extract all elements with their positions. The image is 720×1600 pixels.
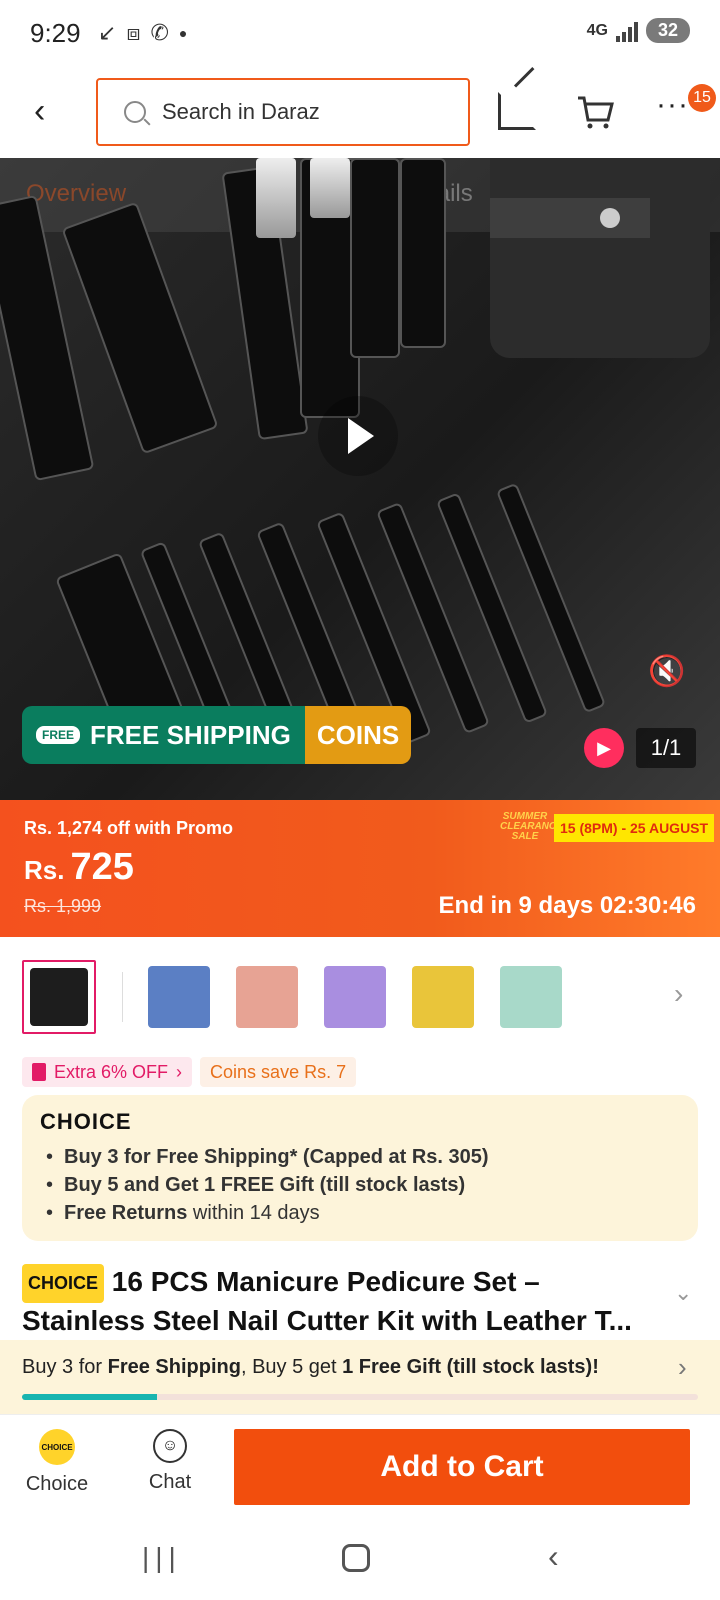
- missed-call-icon: ↙: [98, 20, 117, 45]
- video-icon[interactable]: ▶: [584, 728, 624, 768]
- benefit-item: Buy 3 for Free Shipping* (Capped at Rs. …: [40, 1143, 680, 1171]
- variant-swatch: [412, 966, 474, 1028]
- search-input[interactable]: Search in Daraz: [96, 78, 470, 146]
- choice-icon: CHOICE: [39, 1429, 75, 1465]
- leather-case-image: [490, 158, 710, 358]
- signal-icon: [615, 20, 638, 42]
- image-counter: 1/1: [636, 728, 696, 768]
- extra-off-text: Extra 6% OFF: [54, 1061, 169, 1082]
- benefit-item: Free Returns within 14 days: [40, 1199, 680, 1227]
- benefit-item: Buy 5 and Get 1 FREE Gift (till stock la…: [40, 1171, 680, 1199]
- current-price: Rs. 725: [24, 846, 134, 889]
- variant-thumbnail[interactable]: [142, 960, 216, 1034]
- price-banner: Rs. 1,274 off with Promo Rs. 725 Rs. 1,99…: [0, 800, 720, 937]
- variant-thumbnail[interactable]: [230, 960, 304, 1034]
- variant-thumbnail[interactable]: [494, 960, 568, 1034]
- chat-icon: ☺: [153, 1429, 187, 1463]
- variant-thumbnail[interactable]: [318, 960, 392, 1034]
- network-label: 4G: [586, 21, 608, 39]
- search-icon: [124, 101, 146, 123]
- chat-button[interactable]: ☺ Chat: [140, 1429, 200, 1494]
- variant-thumbnails: ›: [0, 960, 720, 1040]
- cuticle-nipper-image: [61, 201, 219, 455]
- coins-save-chip[interactable]: Coins save Rs. 7: [200, 1057, 357, 1087]
- free-shipping-coins-banner: FREE FREE SHIPPING COINS: [22, 706, 412, 764]
- play-video-button[interactable]: [318, 396, 398, 476]
- bottom-action-bar: CHOICE Choice ☺ Chat Add to Cart: [0, 1414, 720, 1514]
- variant-swatch: [30, 968, 88, 1026]
- status-right: 4G 32: [587, 18, 690, 43]
- variant-swatch: [236, 966, 298, 1028]
- chat-label: Chat: [148, 1471, 192, 1493]
- extra-off-chip[interactable]: Extra 6% OFF ›: [22, 1057, 193, 1087]
- screenshot-icon: ⧈: [126, 20, 141, 45]
- whatsapp-icon: ✆: [150, 20, 169, 45]
- choice-benefits-box: CHOICE Buy 3 for Free Shipping* (Capped …: [22, 1095, 698, 1241]
- nail-clipper-image: [400, 158, 446, 348]
- cart-icon[interactable]: [576, 92, 614, 129]
- countdown-timer: End in 9 days 02:30:46: [438, 892, 696, 919]
- status-icons: ↙ ⧈ ✆ ●: [98, 20, 187, 46]
- choice-label: Choice: [25, 1473, 89, 1495]
- product-image-carousel[interactable]: Overview Product Details 🔇 FREE FREE SHI…: [0, 158, 720, 800]
- home-icon[interactable]: [342, 1544, 370, 1572]
- product-title-block: CHOICE 16 PCS Manicure Pedicure Set – St…: [22, 1264, 662, 1338]
- search-placeholder: Search in Daraz: [162, 99, 320, 124]
- variant-swatch: [324, 966, 386, 1028]
- free-shipping-text: FREE SHIPPING: [90, 719, 291, 750]
- summer-clearance-sale-logo: SUMMER CLEARANCE SALE: [500, 811, 563, 842]
- choice-benefits-list: Buy 3 for Free Shipping* (Capped at Rs. …: [40, 1143, 680, 1227]
- clipper-blade-image: [256, 158, 296, 238]
- shipping-promo-text: Buy 3 for Free Shipping, Buy 5 get 1 Fre…: [22, 1356, 599, 1378]
- truck-icon: FREE: [36, 726, 81, 744]
- share-icon[interactable]: [498, 92, 536, 130]
- nail-clipper-image: [350, 158, 400, 358]
- choice-tag: CHOICE: [22, 1264, 105, 1304]
- notification-badge: 15: [688, 84, 716, 112]
- free-shipping-label: FREE FREE SHIPPING: [22, 706, 305, 764]
- android-nav-bar: ||| ‹: [0, 1520, 720, 1600]
- shipping-progress-bar: [22, 1394, 698, 1400]
- chevron-right-icon[interactable]: ›: [674, 978, 683, 1010]
- product-title: CHOICE 16 PCS Manicure Pedicure Set – St…: [22, 1264, 662, 1338]
- mute-icon[interactable]: 🔇: [648, 654, 685, 689]
- add-to-cart-button[interactable]: Add to Cart: [234, 1429, 690, 1505]
- back-nav-icon[interactable]: ‹: [548, 1538, 559, 1575]
- choice-button[interactable]: CHOICE Choice: [22, 1429, 92, 1496]
- variant-swatch: [500, 966, 562, 1028]
- sale-dates: 15 (8PM) - 25 AUGUST: [554, 814, 715, 842]
- currency-label: Rs.: [24, 855, 65, 885]
- original-price: Rs. 1,999: [24, 896, 102, 916]
- chevron-down-icon[interactable]: ⌄: [674, 1280, 692, 1306]
- choice-logo: CHOICE: [40, 1109, 132, 1134]
- variant-swatch: [148, 966, 210, 1028]
- status-bar: 9:29 ↙ ⧈ ✆ ● 4G 32: [0, 0, 720, 70]
- thumbnail-divider: [122, 972, 123, 1022]
- more-options-icon[interactable]: ···: [656, 88, 689, 122]
- variant-thumbnail[interactable]: [22, 960, 96, 1034]
- battery-indicator: 32: [645, 18, 690, 43]
- variant-thumbnail[interactable]: [406, 960, 480, 1034]
- price-amount: 725: [70, 846, 134, 888]
- promo-chips: Extra 6% OFF › Coins save Rs. 7: [22, 1057, 357, 1087]
- shipping-promo-strip[interactable]: Buy 3 for Free Shipping, Buy 5 get 1 Fre…: [0, 1340, 720, 1414]
- product-title-text: 16 PCS Manicure Pedicure Set – Stainless…: [22, 1266, 632, 1337]
- dot-icon: ●: [178, 25, 188, 41]
- chevron-right-icon: ›: [678, 1352, 687, 1382]
- status-time: 9:29: [30, 18, 81, 48]
- top-nav: ‹ Search in Daraz ··· 15: [0, 70, 720, 156]
- coins-label: COINS: [304, 706, 412, 764]
- chevron-right-icon: ›: [176, 1061, 183, 1082]
- back-icon[interactable]: ‹: [34, 92, 45, 131]
- promo-discount-text: Rs. 1,274 off with Promo: [24, 818, 234, 838]
- tab-overview[interactable]: Overview: [26, 180, 126, 208]
- clipper-blade-image: [310, 158, 350, 218]
- recent-apps-icon[interactable]: |||: [142, 1542, 182, 1574]
- voucher-icon: [32, 1063, 46, 1081]
